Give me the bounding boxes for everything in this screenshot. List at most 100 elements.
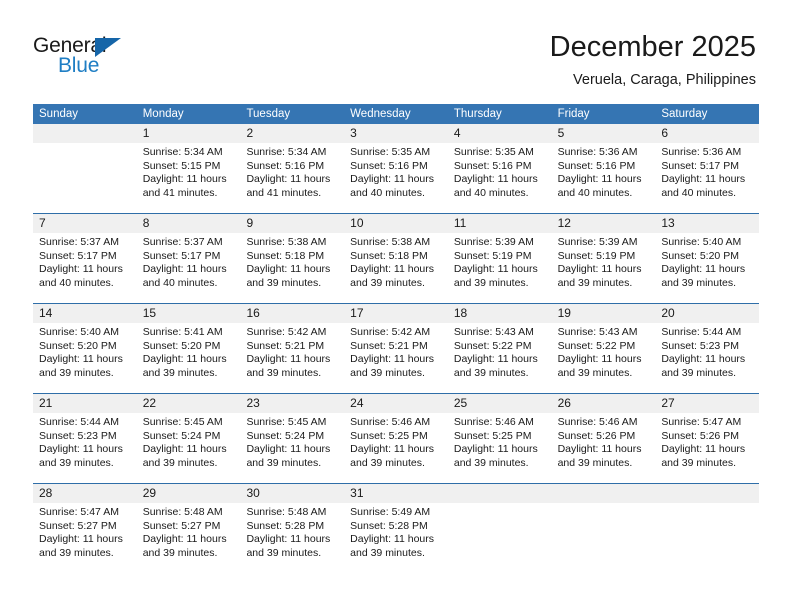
day-number-20[interactable]: 20 [655,304,759,323]
day-cell-5[interactable]: Sunrise: 5:36 AM Sunset: 5:16 PM Daylight:… [552,143,656,213]
day-number-empty [552,484,656,503]
day-number-1[interactable]: 1 [137,124,241,143]
sunset-text: Sunset: 5:19 PM [557,249,636,262]
day-cell-1[interactable]: Sunrise: 5:34 AM Sunset: 5:15 PM Daylight:… [137,143,241,213]
day-cell-16[interactable]: Sunrise: 5:42 AM Sunset: 5:21 PM Daylight:… [240,323,344,393]
day-cell-7[interactable]: Sunrise: 5:37 AM Sunset: 5:17 PM Daylight:… [33,233,137,303]
day-number-28[interactable]: 28 [33,484,137,503]
day-cell-2[interactable]: Sunrise: 5:34 AM Sunset: 5:16 PM Daylight:… [240,143,344,213]
sunrise-text: Sunrise: 5:40 AM [661,236,742,248]
day-number-19[interactable]: 19 [552,304,656,323]
sunrise-text: Sunrise: 5:36 AM [557,146,638,158]
day-cell-28[interactable]: Sunrise: 5:47 AM Sunset: 5:27 PM Daylight:… [33,503,137,573]
sunset-text: Sunset: 5:21 PM [246,339,325,352]
daylight-text: Daylight: 11 hours and 41 minutes. [246,173,331,199]
sunset-text: Sunset: 5:25 PM [453,429,532,442]
sunset-text: Sunset: 5:24 PM [142,429,221,442]
day-number-14[interactable]: 14 [33,304,137,323]
sunrise-text: Sunrise: 5:43 AM [453,326,534,338]
day-cell-13[interactable]: Sunrise: 5:40 AM Sunset: 5:20 PM Daylight:… [655,233,759,303]
sunset-text: Sunset: 5:22 PM [453,339,532,352]
day-number-13[interactable]: 13 [655,214,759,233]
day-cell-6[interactable]: Sunrise: 5:36 AM Sunset: 5:17 PM Daylight:… [655,143,759,213]
day-cell-14[interactable]: Sunrise: 5:40 AM Sunset: 5:20 PM Daylight:… [33,323,137,393]
day-number-3[interactable]: 3 [344,124,448,143]
title-block: December 2025 Veruela, Caraga, Philippin… [550,30,756,90]
day-number-27[interactable]: 27 [655,394,759,413]
calendar-page: General Blue December 2025 Veruela, Cara… [0,0,792,612]
daylight-text: Daylight: 11 hours and 39 minutes. [142,443,227,469]
day-cell-21[interactable]: Sunrise: 5:44 AM Sunset: 5:23 PM Daylight:… [33,413,137,483]
sunset-text: Sunset: 5:17 PM [142,249,221,262]
week-row: 1 2 3 4 5 6 Sunrise: 5:34 AM Sunset: 5:15 PM Day… [33,124,759,213]
day-cell-18[interactable]: Sunrise: 5:43 AM Sunset: 5:22 PM Daylight:… [448,323,552,393]
day-cell-20[interactable]: Sunrise: 5:44 AM Sunset: 5:23 PM Daylight:… [655,323,759,393]
day-cell-10[interactable]: Sunrise: 5:38 AM Sunset: 5:18 PM Daylight:… [344,233,448,303]
sunset-text: Sunset: 5:15 PM [142,159,221,172]
day-number-2[interactable]: 2 [240,124,344,143]
day-cell-15[interactable]: Sunrise: 5:41 AM Sunset: 5:20 PM Daylight:… [137,323,241,393]
sunrise-text: Sunrise: 5:37 AM [142,236,223,248]
day-cell-27[interactable]: Sunrise: 5:47 AM Sunset: 5:26 PM Daylight:… [655,413,759,483]
day-number-17[interactable]: 17 [344,304,448,323]
sunrise-text: Sunrise: 5:48 AM [142,506,223,518]
day-number-empty [655,484,759,503]
day-cell-25[interactable]: Sunrise: 5:46 AM Sunset: 5:25 PM Daylight:… [448,413,552,483]
day-cell-17[interactable]: Sunrise: 5:42 AM Sunset: 5:21 PM Daylight:… [344,323,448,393]
day-number-30[interactable]: 30 [240,484,344,503]
day-number-6[interactable]: 6 [655,124,759,143]
daylight-text: Daylight: 11 hours and 39 minutes. [350,443,435,469]
day-number-empty [33,124,137,143]
day-cell-19[interactable]: Sunrise: 5:43 AM Sunset: 5:22 PM Daylight:… [552,323,656,393]
day-number-8[interactable]: 8 [137,214,241,233]
week-date-strip: 28 29 30 31 [33,484,759,503]
day-cell-23[interactable]: Sunrise: 5:45 AM Sunset: 5:24 PM Daylight:… [240,413,344,483]
sunrise-text: Sunrise: 5:36 AM [661,146,742,158]
day-number-11[interactable]: 11 [448,214,552,233]
day-number-16[interactable]: 16 [240,304,344,323]
day-number-12[interactable]: 12 [552,214,656,233]
daylight-text: Daylight: 11 hours and 39 minutes. [350,353,435,379]
day-number-9[interactable]: 9 [240,214,344,233]
day-number-29[interactable]: 29 [137,484,241,503]
sunrise-text: Sunrise: 5:42 AM [246,326,327,338]
day-number-10[interactable]: 10 [344,214,448,233]
day-number-21[interactable]: 21 [33,394,137,413]
day-cell-22[interactable]: Sunrise: 5:45 AM Sunset: 5:24 PM Daylight:… [137,413,241,483]
day-cell-11[interactable]: Sunrise: 5:39 AM Sunset: 5:19 PM Daylight:… [448,233,552,303]
day-number-15[interactable]: 15 [137,304,241,323]
week-date-strip: 14 15 16 17 18 19 20 [33,304,759,323]
day-cell-26[interactable]: Sunrise: 5:46 AM Sunset: 5:26 PM Daylight:… [552,413,656,483]
sunrise-text: Sunrise: 5:42 AM [350,326,431,338]
daylight-text: Daylight: 11 hours and 40 minutes. [142,263,227,289]
day-cell-31[interactable]: Sunrise: 5:49 AM Sunset: 5:28 PM Daylight:… [344,503,448,573]
sunrise-text: Sunrise: 5:34 AM [142,146,223,158]
daylight-text: Daylight: 11 hours and 39 minutes. [557,353,642,379]
day-number-7[interactable]: 7 [33,214,137,233]
day-number-23[interactable]: 23 [240,394,344,413]
day-number-24[interactable]: 24 [344,394,448,413]
week-detail-strip: Sunrise: 5:47 AM Sunset: 5:27 PM Daylight:… [33,503,759,573]
day-cell-30[interactable]: Sunrise: 5:48 AM Sunset: 5:28 PM Daylight:… [240,503,344,573]
day-number-4[interactable]: 4 [448,124,552,143]
day-number-22[interactable]: 22 [137,394,241,413]
day-cell-3[interactable]: Sunrise: 5:35 AM Sunset: 5:16 PM Daylight:… [344,143,448,213]
day-number-18[interactable]: 18 [448,304,552,323]
brand-logo[interactable]: General Blue [33,34,263,82]
day-number-31[interactable]: 31 [344,484,448,503]
day-cell-12[interactable]: Sunrise: 5:39 AM Sunset: 5:19 PM Daylight:… [552,233,656,303]
day-cell-8[interactable]: Sunrise: 5:37 AM Sunset: 5:17 PM Daylight:… [137,233,241,303]
day-cell-29[interactable]: Sunrise: 5:48 AM Sunset: 5:27 PM Daylight:… [137,503,241,573]
day-cell-9[interactable]: Sunrise: 5:38 AM Sunset: 5:18 PM Daylight:… [240,233,344,303]
day-cell-24[interactable]: Sunrise: 5:46 AM Sunset: 5:25 PM Daylight:… [344,413,448,483]
daylight-text: Daylight: 11 hours and 39 minutes. [557,443,642,469]
day-cell-empty [655,503,759,573]
sunset-text: Sunset: 5:25 PM [350,429,428,442]
day-number-26[interactable]: 26 [552,394,656,413]
daylight-text: Daylight: 11 hours and 39 minutes. [350,263,435,289]
sunset-text: Sunset: 5:27 PM [142,519,221,532]
day-number-25[interactable]: 25 [448,394,552,413]
sunset-text: Sunset: 5:17 PM [661,159,739,172]
day-number-5[interactable]: 5 [552,124,656,143]
day-cell-4[interactable]: Sunrise: 5:35 AM Sunset: 5:16 PM Daylight:… [448,143,552,213]
